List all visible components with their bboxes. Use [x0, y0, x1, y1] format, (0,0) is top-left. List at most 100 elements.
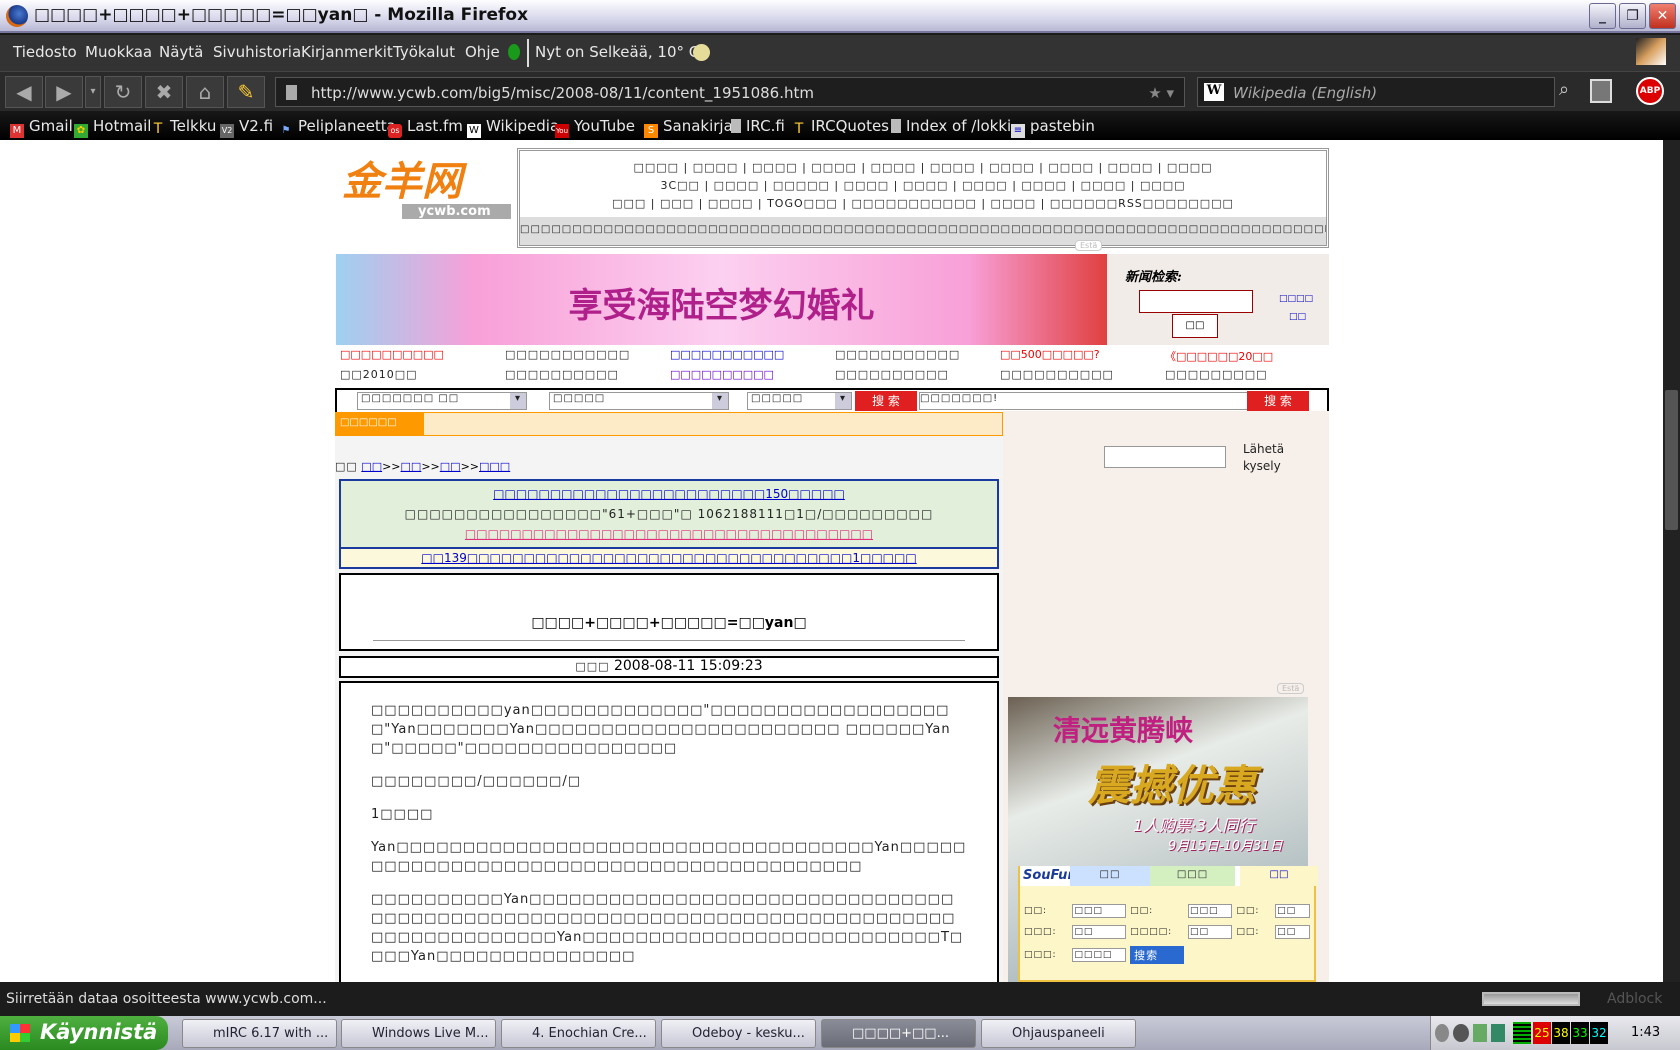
top-links-row[interactable]: □□□ | □□□ | □□□□ | TOGO□□□ | □□□□□□□□□□□… [520, 197, 1326, 210]
block-button[interactable]: Estä [1277, 683, 1305, 694]
promo-link[interactable]: □□□□□□□□□□□□□□□□□□□□□□□□150□□□□□ [341, 484, 997, 504]
bookmark-hotmail[interactable]: ✿ Hotmail [74, 117, 151, 138]
menu-edit[interactable]: Muokkaa [85, 43, 152, 61]
scrollbar-thumb[interactable] [1665, 390, 1678, 530]
menu-help[interactable]: Ohje [465, 43, 500, 61]
promo-link[interactable]: □□□□□□□□□□□□□□□□□□□□□□□□□□□□□□□□□□□□ [341, 524, 997, 544]
bookmark-lastfm[interactable]: os Last.fm [388, 117, 463, 138]
channel-select[interactable]: □□□□□ ▾ [549, 392, 729, 410]
menu-bookmarks[interactable]: Kirjanmerkit [301, 43, 393, 61]
headline-link[interactable]: □□□□□□□□□ [1165, 368, 1330, 381]
menu-history[interactable]: Sivuhistoria [213, 43, 301, 61]
field-select[interactable]: □□□□□ ▾ [747, 392, 852, 410]
top-links-row[interactable]: 3C□□ | □□□□ | □□□□□ | □□□□ | □□□□ | □□□□… [520, 179, 1326, 192]
menu-tools[interactable]: Työkalut [393, 43, 455, 61]
query-input[interactable] [1104, 446, 1226, 468]
tray-expand-icon[interactable] [1435, 1024, 1449, 1042]
bookmark-youtube[interactable]: You YouTube [555, 117, 635, 138]
adblock-button[interactable]: ABP [1636, 77, 1664, 105]
url-bar[interactable]: http://www.ycwb.com/big5/misc/2008-08/11… [275, 77, 1185, 107]
minimize-button[interactable]: _ [1589, 3, 1616, 29]
bookmark-index-lokki[interactable]: Index of /lokki [891, 117, 1011, 135]
help-link[interactable]: □□ [1289, 312, 1306, 322]
block-button[interactable]: Estä [1075, 240, 1103, 251]
soufun-select[interactable]: □□ [1072, 925, 1127, 939]
weather-text[interactable]: Nyt on Selkeää, 10° C [535, 43, 699, 61]
task-windows-live[interactable]: Windows Live M... [341, 1019, 496, 1048]
addon-button[interactable]: ✎ [227, 76, 265, 108]
top-links-row[interactable]: □□□□ | □□□□ | □□□□ | □□□□ | □□□□ | □□□□ … [520, 161, 1326, 174]
tray-icon[interactable] [1453, 1024, 1469, 1042]
headline-link[interactable]: □□□□□□□□□□□ [835, 348, 1000, 364]
headline-link[interactable]: □□□□□□□□□□□ [505, 348, 670, 364]
soufun-tab[interactable]: □□ [1070, 866, 1150, 886]
tray-icon[interactable] [1491, 1024, 1505, 1042]
promo-link[interactable]: □□139□□□□□□□□□□□□□□□□□□□□□□□□□□□□□□□□□□1… [341, 547, 997, 567]
bookmark-ircquotes[interactable]: T IRCQuotes [792, 117, 889, 136]
start-button[interactable]: Käynnistä [0, 1016, 168, 1050]
headline-link[interactable]: □□□□□□□□□□ [670, 368, 835, 381]
send-query-link[interactable]: Lähetä kysely [1243, 441, 1303, 475]
bookmark-telkku[interactable]: T Telkku [151, 117, 217, 136]
adblock-status[interactable]: Adblock [1607, 991, 1662, 1007]
soufun-select[interactable]: □□ [1188, 925, 1233, 939]
promo-link[interactable]: □□□□□□□□□□□□□□□□"61+□□□"□ 1062188111□1□/… [341, 504, 997, 524]
search-box[interactable]: W Wikipedia (English) [1197, 77, 1555, 107]
vertical-scrollbar[interactable] [1663, 140, 1680, 982]
stop-button[interactable]: ✖ [145, 76, 183, 108]
bookmark-sanakirja[interactable]: S Sanakirja [644, 117, 733, 138]
task-control-panel[interactable]: Ohjauspaneeli [981, 1019, 1136, 1048]
tabs-icon[interactable] [1590, 79, 1612, 103]
soufun-select[interactable]: □□ [1275, 904, 1310, 918]
star-icon[interactable]: ★ ▾ [1148, 84, 1174, 102]
soufun-input[interactable]: □□□□ [1072, 948, 1127, 962]
task-mirc[interactable]: mIRC 6.17 with ... [182, 1019, 337, 1048]
bookmark-ircfi[interactable]: IRC.fi [731, 117, 785, 135]
headline-link[interactable]: □□□□□□□□□□□ [670, 348, 835, 364]
headline-link[interactable]: 《□□□□□□20□□ [1165, 348, 1330, 364]
soufun-tab-active[interactable]: □□ [1240, 866, 1318, 886]
forward-button[interactable]: ▶ [45, 76, 83, 108]
bookmark-gmail[interactable]: M Gmail [10, 117, 73, 138]
back-button[interactable]: ◀ [5, 76, 43, 108]
category-select[interactable]: □□□□□□□ □□ ▾ [357, 392, 527, 410]
task-enochian[interactable]: 4. Enochian Cre... [501, 1019, 656, 1048]
headline-link[interactable]: □□□□□□□□□□ [1000, 368, 1165, 381]
soufun-select[interactable]: □□ [1275, 925, 1310, 939]
search-magnifier-icon[interactable]: ⌕ [1559, 79, 1569, 100]
keyword-input[interactable]: □□□□□□□! [919, 392, 1259, 410]
headline-link[interactable]: □□□□□□□□□□ [340, 348, 505, 364]
headline-link[interactable]: □□2010□□ [340, 368, 505, 381]
headline-link[interactable]: □□□□□□□□□□ [835, 368, 1000, 381]
task-firefox[interactable]: □□□□+□□... [821, 1019, 976, 1048]
bookmark-wikipedia[interactable]: W Wikipedia [467, 117, 559, 138]
wedding-ad-banner[interactable]: 享受海陆空梦幻婚礼 [336, 254, 1107, 345]
advanced-search-link[interactable]: □□□□ [1279, 294, 1313, 304]
menu-view[interactable]: Näytä [159, 43, 203, 61]
tray-msn-icon[interactable] [1473, 1024, 1487, 1042]
close-button[interactable]: ✕ [1649, 3, 1676, 29]
news-search-button[interactable]: □□ [1172, 314, 1218, 338]
home-button[interactable]: ⌂ [186, 76, 224, 108]
search-button[interactable]: 搜 索 [855, 391, 917, 411]
bookmark-v2[interactable]: V2 V2.fi [220, 117, 273, 138]
soufun-tab[interactable]: □□□ [1150, 866, 1235, 886]
reload-button[interactable]: ↻ [104, 76, 142, 108]
news-search-input[interactable] [1139, 290, 1253, 313]
site-logo[interactable]: 金羊网 ycwb.com [342, 158, 514, 226]
bookmark-peliplaneetta[interactable]: ⚑ Peliplaneetta [279, 117, 396, 138]
maximize-button[interactable]: ❐ [1619, 3, 1646, 29]
search-button-2[interactable]: 搜 索 [1247, 391, 1309, 411]
lastfm-icon: os [388, 124, 402, 138]
clock[interactable]: 1:43 [1631, 1025, 1660, 1040]
headline-link[interactable]: □□□□□□□□□□ [505, 368, 670, 381]
history-dropdown-icon[interactable]: ▾ [85, 76, 101, 108]
soufun-select[interactable]: □□□ [1188, 904, 1233, 918]
soufun-select[interactable]: □□□ [1072, 904, 1127, 918]
bookmark-pastebin[interactable]: ≡ pastebin [1011, 117, 1095, 138]
soufun-search-button[interactable]: 搜索 [1130, 946, 1184, 964]
menu-file[interactable]: Tiedosto [13, 43, 77, 61]
news-ticker[interactable]: □□□□□□□□□□□□□□□□□□□□□□□□□□□□□□□□□□□□□□□□… [520, 217, 1326, 245]
headline-link[interactable]: □□500□□□□□? [1000, 348, 1165, 364]
task-odeboy[interactable]: Odeboy - kesku... [661, 1019, 816, 1048]
